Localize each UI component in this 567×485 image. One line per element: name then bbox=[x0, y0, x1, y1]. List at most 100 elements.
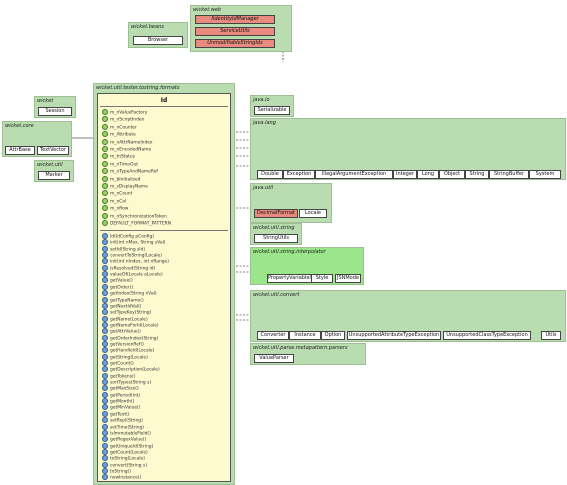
package-wicket: wicket Session bbox=[34, 96, 76, 118]
class-box[interactable]: Serializable bbox=[254, 106, 290, 115]
field-row[interactable]: m_nTimeOut bbox=[102, 160, 138, 168]
field-row[interactable]: m_nCounter bbox=[102, 123, 137, 131]
field-label: m_nSynchronizationToken bbox=[110, 214, 167, 220]
field-label: m_nAttrNameIndex bbox=[110, 140, 153, 146]
package-wicket-beans: wicket.beans Browser bbox=[128, 22, 188, 48]
class-separator bbox=[100, 230, 228, 231]
package-java-util: java.util DecimalFormat Locale bbox=[250, 183, 332, 223]
class-box[interactable]: System bbox=[529, 170, 561, 179]
field-label: m_nValueFactory bbox=[110, 110, 148, 116]
field-icon bbox=[102, 131, 108, 138]
class-box[interactable]: UnsupportedClassTypeException bbox=[443, 331, 531, 340]
main-class-box[interactable]: Id m_nValueFactory m_nScriptIndex m_nCount… bbox=[97, 93, 231, 482]
field-icon bbox=[102, 197, 108, 204]
field-row[interactable]: m_nScriptIndex bbox=[102, 116, 144, 123]
class-box[interactable]: Locale bbox=[299, 209, 327, 218]
method-icon bbox=[102, 302, 108, 309]
field-icon bbox=[102, 146, 108, 152]
method-icon bbox=[102, 410, 108, 417]
method-icon bbox=[102, 239, 108, 246]
field-label: m_nEncodedName bbox=[110, 147, 152, 153]
class-box[interactable]: Instance bbox=[289, 331, 321, 340]
field-label: m_sDisplayName bbox=[110, 184, 148, 190]
class-box[interactable]: Double bbox=[257, 170, 283, 179]
field-icon bbox=[102, 153, 108, 160]
field-label: m_nCol bbox=[110, 199, 127, 205]
class-box[interactable]: Style bbox=[311, 274, 333, 283]
class-box[interactable]: AttrBase bbox=[5, 146, 35, 155]
field-row[interactable]: m_bInitialized bbox=[102, 175, 140, 183]
class-box[interactable]: IIdentityIdManager bbox=[195, 15, 275, 24]
class-box[interactable]: Exception bbox=[283, 170, 315, 179]
package-wicket-core: wicket.core AttrBase TextVector bbox=[2, 121, 72, 157]
method-row[interactable]: newInstance() bbox=[102, 474, 141, 481]
field-label: DEFAULT_FORMAT_PATTERN bbox=[110, 221, 171, 227]
field-icon bbox=[102, 175, 108, 182]
package-title: java.util bbox=[253, 185, 273, 191]
class-box[interactable]: IllegalArgumentException bbox=[315, 170, 393, 179]
package-java-io: java.io Serializable bbox=[250, 95, 294, 117]
method-icon bbox=[102, 398, 108, 405]
class-box[interactable]: String bbox=[465, 170, 489, 179]
class-box[interactable]: UnmodifiableStringIds bbox=[195, 39, 275, 48]
method-icon bbox=[102, 404, 108, 411]
package-title: wicket.core bbox=[5, 123, 34, 129]
class-box[interactable]: TextVector bbox=[37, 146, 69, 155]
method-icon bbox=[102, 283, 108, 290]
method-icon bbox=[102, 334, 108, 341]
method-icon bbox=[102, 321, 108, 328]
package-java-lang: java.lang Double Exception IllegalArgume… bbox=[250, 118, 566, 180]
class-box[interactable]: Marker bbox=[38, 171, 70, 180]
method-icon bbox=[102, 448, 108, 455]
field-row[interactable]: m_nValueFactory bbox=[102, 109, 147, 116]
class-box[interactable]: ServiceUtils bbox=[195, 27, 275, 36]
field-row[interactable]: m_sDisplayName bbox=[102, 183, 148, 190]
class-box[interactable]: StringUtils bbox=[254, 234, 298, 243]
method-icon bbox=[102, 474, 108, 481]
field-row[interactable]: m_tnStatus bbox=[102, 153, 135, 160]
method-icon bbox=[102, 353, 108, 360]
method-label: newInstance() bbox=[110, 475, 142, 481]
field-icon bbox=[102, 212, 108, 219]
method-icon bbox=[102, 277, 108, 284]
package-title: wicket.util.parse.metapattern.parsers bbox=[253, 345, 348, 351]
field-row[interactable]: m_nEncodedName bbox=[102, 146, 151, 153]
class-box[interactable]: Utils bbox=[541, 331, 561, 340]
field-icon bbox=[102, 190, 108, 197]
field-row[interactable]: m_nCol bbox=[102, 197, 127, 205]
field-row[interactable]: DEFAULT_FORMAT_PATTERN bbox=[102, 220, 171, 227]
field-icon bbox=[102, 138, 108, 145]
class-box[interactable]: JSNMode bbox=[335, 274, 361, 283]
package-title: wicket.util.string bbox=[253, 225, 295, 231]
field-icon bbox=[102, 220, 108, 226]
class-box[interactable]: Long bbox=[417, 170, 439, 179]
class-box[interactable]: Session bbox=[38, 107, 72, 116]
method-icon bbox=[102, 271, 108, 278]
class-box[interactable]: Converter bbox=[257, 331, 289, 340]
method-icon bbox=[102, 467, 108, 474]
method-icon bbox=[102, 423, 108, 430]
method-icon bbox=[102, 366, 108, 373]
field-icon bbox=[102, 205, 108, 212]
class-box[interactable]: Browser bbox=[133, 36, 183, 45]
field-row[interactable]: m_nCount bbox=[102, 190, 132, 197]
class-box[interactable]: Object bbox=[439, 170, 465, 179]
field-label: m_Attribute bbox=[110, 132, 136, 138]
field-row[interactable]: m_nSynchronizationToken bbox=[102, 212, 167, 220]
field-label: m_nTypeAndNameRef bbox=[110, 169, 158, 175]
class-box[interactable]: UnsupportedAttributeTypeException bbox=[347, 331, 441, 340]
field-row[interactable]: m_nRow bbox=[102, 205, 128, 212]
class-box[interactable]: Integer bbox=[393, 170, 417, 179]
method-icon bbox=[102, 436, 108, 443]
class-box[interactable]: ValueParser bbox=[254, 354, 294, 363]
field-row[interactable]: m_nAttrNameIndex bbox=[102, 138, 153, 146]
field-row[interactable]: m_nTypeAndNameRef bbox=[102, 168, 158, 175]
class-box[interactable]: DecimalFormat bbox=[254, 209, 298, 218]
package-wicket-util-convert: wicket.util.convert Converter Instance O… bbox=[250, 290, 566, 342]
method-icon bbox=[102, 328, 108, 335]
class-box[interactable]: StringBuffer bbox=[489, 170, 529, 179]
package-title: wicket.util.string.interpolator bbox=[253, 249, 326, 255]
method-icon bbox=[102, 360, 108, 366]
field-row[interactable]: m_Attribute bbox=[102, 131, 136, 138]
class-box[interactable]: Option bbox=[321, 331, 345, 340]
